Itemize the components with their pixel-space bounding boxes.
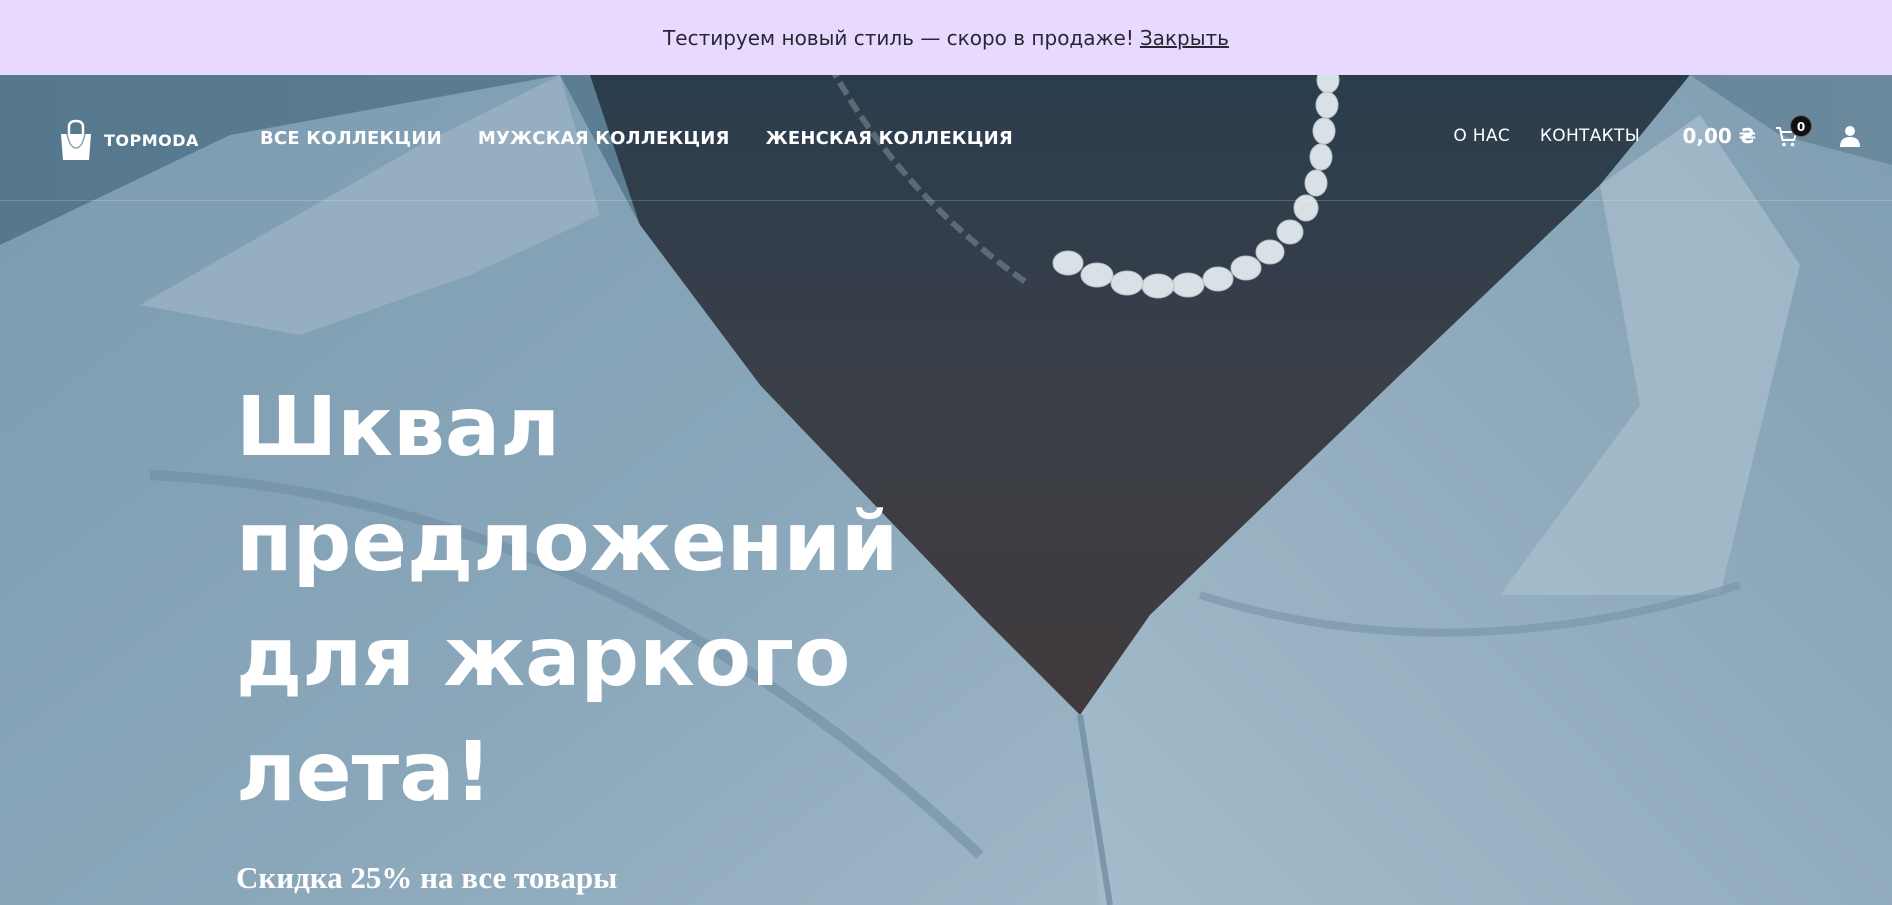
hero-title: Шквал предложений для жаркого лета! — [236, 380, 899, 820]
logo[interactable]: TOPMODA — [58, 118, 199, 162]
nav-item-about[interactable]: О НАС — [1453, 126, 1510, 146]
site-header: TOPMODA ВСЕ КОЛЛЕКЦИИ МУЖСКАЯ КОЛЛЕКЦИЯ … — [0, 75, 1892, 201]
nav-item-contacts[interactable]: КОНТАКТЫ — [1540, 126, 1640, 146]
nav-item-all-collections[interactable]: ВСЕ КОЛЛЕКЦИИ — [260, 128, 442, 149]
main-nav: ВСЕ КОЛЛЕКЦИИ МУЖСКАЯ КОЛЛЕКЦИЯ ЖЕНСКАЯ … — [260, 75, 1013, 201]
announcement-bar: Тестируем новый стиль — скоро в продаже!… — [0, 0, 1892, 75]
cart-count-badge: 0 — [1790, 115, 1812, 137]
shopping-bag-icon — [61, 119, 91, 160]
user-icon[interactable] — [1838, 124, 1862, 148]
hero-subtitle: Скидка 25% на все товары — [236, 860, 618, 895]
nav-item-mens-collection[interactable]: МУЖСКАЯ КОЛЛЕКЦИЯ — [478, 128, 730, 149]
cart-total[interactable]: 0,00 ₴ — [1683, 124, 1757, 148]
nav-item-womens-collection[interactable]: ЖЕНСКАЯ КОЛЛЕКЦИЯ — [766, 128, 1013, 149]
announcement-close-link[interactable]: Закрыть — [1140, 26, 1229, 50]
announcement-text: Тестируем новый стиль — скоро в продаже! — [663, 25, 1134, 50]
logo-text: TOPMODA — [104, 130, 199, 150]
